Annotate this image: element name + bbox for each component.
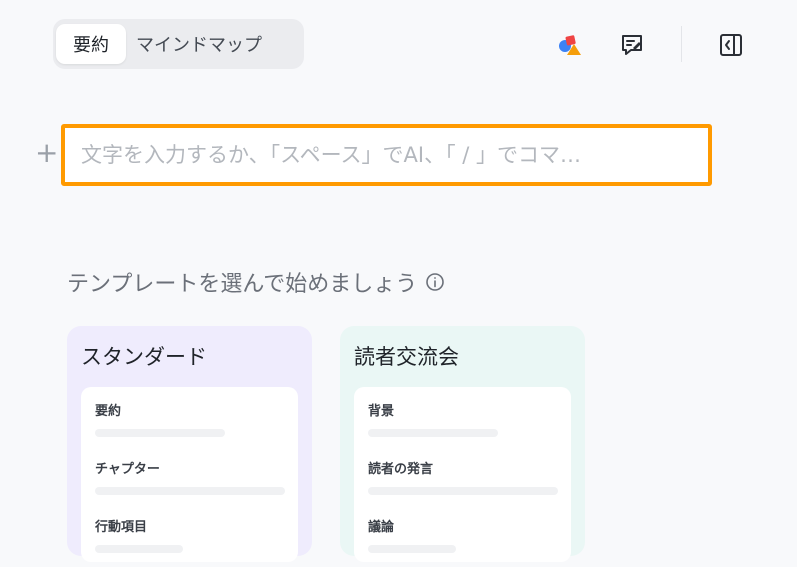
add-block-button[interactable]: + bbox=[35, 138, 58, 168]
template-heading-text: テンプレートを選んで始めましょう bbox=[67, 272, 418, 297]
text-input-box bbox=[61, 124, 712, 186]
template-card-standard[interactable]: スタンダード 要約 チャプター 行動項目 bbox=[67, 326, 312, 562]
placeholder-bar bbox=[95, 545, 183, 553]
chat-edit-icon[interactable] bbox=[617, 30, 647, 60]
placeholder-bar bbox=[95, 429, 225, 437]
note-editor-page: 要約 マインドマップ + テンプレートを選んで始めましょう bbox=[0, 0, 797, 567]
card-preview: 要約 チャプター 行動項目 bbox=[81, 387, 298, 562]
card-item-label: 行動項目 bbox=[95, 520, 148, 535]
card-item-label: 議論 bbox=[368, 520, 395, 535]
placeholder-bar bbox=[368, 545, 456, 553]
text-input[interactable] bbox=[65, 128, 708, 182]
sidebar-collapse-icon[interactable] bbox=[716, 30, 746, 60]
card-title: スタンダード bbox=[81, 345, 207, 369]
placeholder-bar bbox=[368, 487, 558, 495]
toolbar-divider bbox=[681, 26, 682, 62]
info-icon[interactable] bbox=[425, 272, 445, 292]
card-title: 読者交流会 bbox=[354, 345, 459, 369]
tab-summary[interactable]: 要約 bbox=[56, 24, 126, 64]
placeholder-bar bbox=[368, 429, 498, 437]
card-preview: 背景 読者の発言 議論 bbox=[354, 387, 571, 562]
ai-shapes-icon[interactable] bbox=[554, 30, 584, 60]
card-item-label: 背景 bbox=[368, 404, 395, 419]
card-item-label: チャプター bbox=[95, 462, 160, 477]
view-tabs: 要約 マインドマップ bbox=[53, 19, 304, 69]
placeholder-bar bbox=[95, 487, 285, 495]
template-card-reading-club[interactable]: 読者交流会 背景 読者の発言 議論 bbox=[340, 326, 585, 562]
card-item-label: 要約 bbox=[95, 404, 122, 419]
tab-mindmap[interactable]: マインドマップ bbox=[126, 24, 296, 64]
template-heading: テンプレートを選んで始めましょう bbox=[67, 266, 445, 298]
card-item-label: 読者の発言 bbox=[368, 462, 434, 477]
